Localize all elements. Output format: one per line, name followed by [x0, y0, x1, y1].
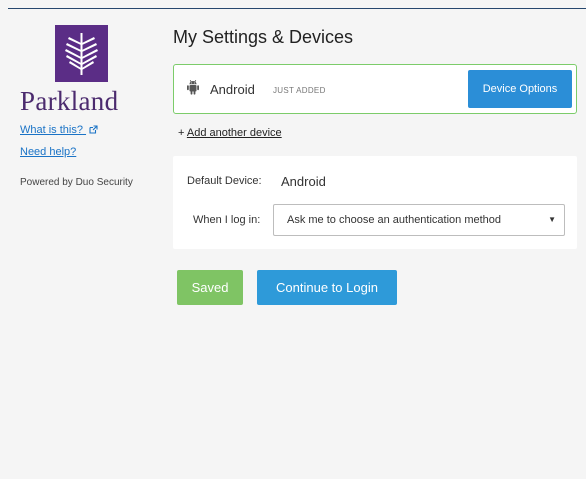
when-login-label: When I log in:	[193, 214, 261, 226]
need-help-link[interactable]: Need help?	[20, 146, 76, 158]
default-device-value: Android	[281, 174, 326, 189]
auth-method-selected-value: Ask me to choose an authentication metho…	[287, 214, 502, 226]
continue-to-login-button[interactable]: Continue to Login	[257, 270, 397, 305]
what-is-this-link[interactable]: What is this?	[20, 124, 98, 137]
page-title: My Settings & Devices	[173, 27, 354, 47]
add-device-row: + Add another device	[178, 127, 282, 139]
saved-button[interactable]: Saved	[177, 270, 243, 305]
android-icon	[186, 79, 200, 101]
add-another-device-link[interactable]: Add another device	[187, 127, 282, 139]
parkland-logo-icon	[55, 25, 108, 82]
device-options-button[interactable]: Device Options	[468, 70, 572, 108]
add-device-plus: +	[178, 127, 187, 139]
device-name: Android	[210, 82, 255, 97]
settings-panel: Default Device: Android When I log in: A…	[173, 156, 577, 249]
powered-by-text: Powered by Duo Security	[20, 177, 133, 188]
default-device-label: Default Device:	[187, 175, 262, 187]
what-is-this-label: What is this?	[20, 124, 83, 136]
brand-name: Parkland	[20, 86, 119, 116]
just-added-badge: JUST ADDED	[273, 86, 326, 95]
auth-method-select[interactable]: Ask me to choose an authentication metho…	[273, 204, 565, 236]
external-link-icon	[89, 125, 98, 137]
caret-down-icon: ▼	[548, 215, 556, 224]
device-card: Android JUST ADDED Device Options	[173, 64, 577, 114]
